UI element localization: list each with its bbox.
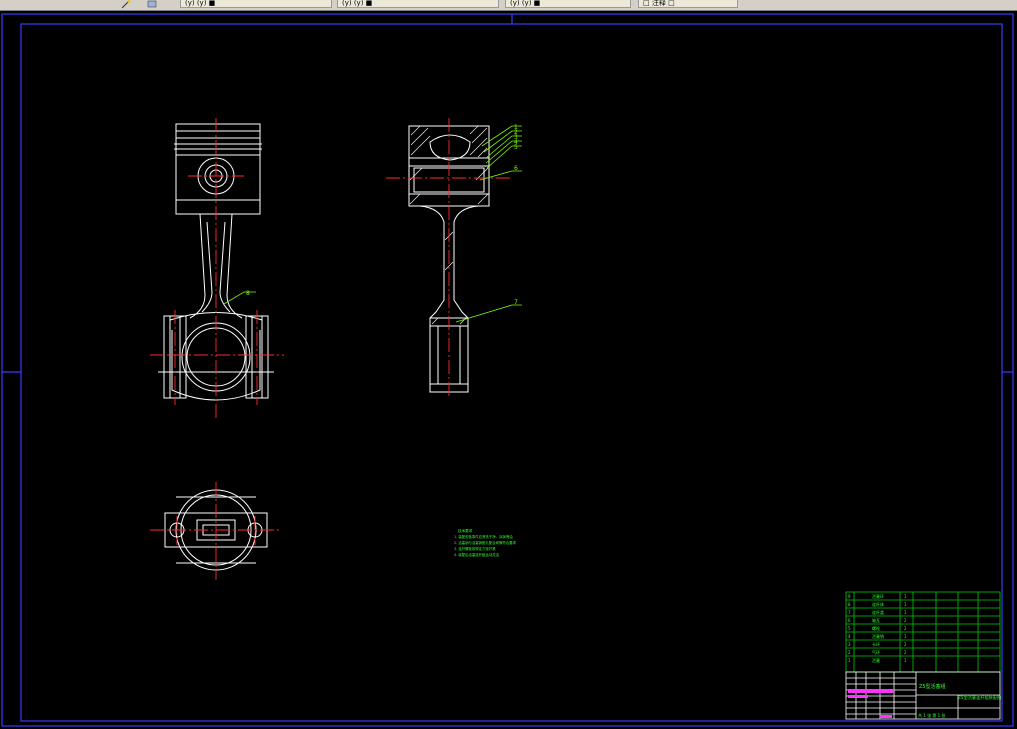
bom-row-name: 活塞环 (872, 593, 884, 599)
bom-row-name: 连杆盖 (872, 609, 884, 615)
note-line-4: 4. 装配后活塞连杆组运动灵活 (454, 552, 500, 557)
bom-row-name: 活塞 (872, 657, 880, 663)
bom-row-name: 卡环 (872, 641, 880, 647)
bom-row-qty: 2 (904, 642, 907, 647)
drawing-stroke (471, 127, 488, 144)
drawing-stroke (848, 695, 868, 698)
drawing-stroke (189, 213, 206, 319)
bom-row-no: 1 (848, 658, 851, 663)
bom-row-qty: 1 (904, 658, 907, 663)
bom-row-no: 4 (848, 634, 851, 639)
bom-row-no: 5 (848, 626, 851, 631)
toolbar-tab-2[interactable]: (y) (y) ■ (337, 0, 499, 8)
note-line-2: 2. 活塞销与活塞销座孔配合间隙符合要求 (454, 540, 517, 545)
drawing-stroke (1, 13, 1014, 727)
drawing-stroke (477, 193, 489, 205)
balloon-8: 8 (246, 290, 250, 297)
drawing-stroke (429, 134, 471, 161)
drawing-stroke (409, 193, 421, 205)
drawing-stroke (226, 213, 243, 319)
title-footer: 共 1 张 第 1 张 (918, 712, 945, 718)
bom-row-no: 2 (848, 650, 851, 655)
title-main: Z5型活塞连杆组装配图 (958, 694, 1001, 701)
bom-row-qty: 1 (904, 602, 907, 607)
drawing-stroke (477, 147, 488, 158)
drawing-stroke (469, 125, 479, 135)
outer-frame (1, 13, 1014, 727)
bom-row-qty: 2 (904, 618, 907, 623)
drawing-stroke (880, 715, 892, 718)
part-balloons: 1 2 3 4 5 6 7 8 (246, 124, 518, 306)
bom-row-qty: 1 (904, 634, 907, 639)
bom-row-qty: 2 (904, 650, 907, 655)
drawing-stroke (410, 135, 431, 156)
toolbar-icons (121, 0, 157, 9)
leader-lines (223, 125, 522, 323)
bom-row-name: 连杆体 (872, 601, 884, 607)
bom-row-qty: 1 (904, 610, 907, 615)
note-line-1: 1. 装配前各零件应清洗干净，涂润滑油 (454, 534, 513, 539)
balloon-5: 5 (514, 144, 518, 151)
technical-notes: 技术要求 1. 装配前各零件应清洗干净，涂润滑油 2. 活塞销与活塞销座孔配合间… (454, 528, 517, 557)
toolbar-tab-1[interactable]: (y) (y) ■ (180, 0, 332, 8)
notes-title: 技术要求 (458, 528, 473, 533)
bom-row-name: 轴瓦 (872, 617, 880, 623)
drawing-stroke (848, 689, 894, 693)
drawing-stroke (410, 127, 429, 146)
drawing-stroke (453, 205, 479, 319)
drawing-stroke (431, 317, 439, 325)
bom-table: 9 活塞环 1 8 连杆体 1 7 连杆盖 1 6 轴瓦 2 5 螺栓 2 4 … (845, 591, 1001, 720)
note-line-3: 3. 连杆螺栓按规定力矩拧紧 (454, 546, 496, 551)
balloon-6: 6 (514, 165, 518, 172)
bom-row-name: 活塞销 (872, 633, 884, 639)
title-small: Z5型活塞组 (919, 683, 946, 690)
drawing-stroke (845, 591, 1001, 673)
drawing-stroke (419, 205, 445, 319)
drawing-stroke (479, 170, 522, 181)
balloon-7: 7 (514, 299, 518, 306)
bom-row-qty: 1 (904, 594, 907, 599)
wand-icon[interactable] (121, 0, 131, 9)
cube-icon[interactable] (147, 0, 157, 8)
drawing-stroke (223, 291, 256, 305)
bom-row-no: 8 (848, 602, 851, 607)
toolbar-tab-3[interactable]: (y) (y) ■ (505, 0, 631, 8)
drawing-stroke (410, 125, 421, 136)
bom-row-no: 3 (848, 642, 851, 647)
bom-row-no: 7 (848, 610, 851, 615)
bom-row-qty: 2 (904, 626, 907, 631)
drawing-stroke (455, 304, 522, 323)
model-space[interactable]: 1 2 3 4 5 6 7 8 技术要求 1. 装配前各零件应清洗干净，涂润滑油… (0, 10, 1017, 729)
bom-row-name: 螺栓 (872, 625, 880, 631)
toolbar-tab-4[interactable]: □ 注释 □ (638, 0, 738, 8)
bom-row-name: 气环 (872, 649, 880, 655)
bom-row-no: 6 (848, 618, 851, 623)
bom-row-no: 9 (848, 594, 851, 599)
drawing-stroke (469, 137, 488, 156)
